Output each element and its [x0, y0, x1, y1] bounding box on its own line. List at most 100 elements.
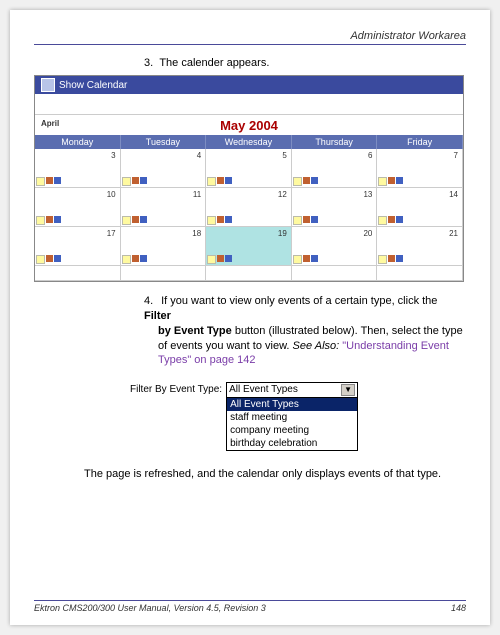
calendar-cell[interactable]: 17: [35, 227, 121, 266]
event-icon: [46, 177, 53, 184]
calendar-grid: 3 4 5 6 7 10 11 12 13 14 17 18 19 20 21: [35, 149, 463, 281]
event-icon: [225, 177, 232, 184]
calendar-cell-cut: [206, 266, 292, 281]
weekday-mon: Monday: [35, 135, 121, 149]
event-icon: [311, 216, 318, 223]
step-4-link-part1[interactable]: "Understanding Event: [339, 340, 449, 352]
step-4-line2a: by Event Type: [158, 325, 232, 337]
manual-page: Administrator Workarea 3. The calender a…: [10, 10, 490, 625]
calendar-cell[interactable]: 7: [377, 149, 463, 188]
filter-option[interactable]: staff meeting: [227, 411, 357, 424]
calendar-cell-cut: [121, 266, 207, 281]
calendar-cell[interactable]: 18: [121, 227, 207, 266]
event-icon: [378, 216, 387, 225]
footer-divider: [34, 600, 466, 601]
event-icon: [217, 216, 224, 223]
calendar-cell[interactable]: 5: [206, 149, 292, 188]
header-divider: [34, 44, 466, 45]
weekday-thu: Thursday: [292, 135, 378, 149]
event-icon: [396, 216, 403, 223]
step-3: 3. The calender appears.: [144, 57, 466, 69]
step-4-num: 4.: [144, 294, 158, 309]
calendar-cell[interactable]: 10: [35, 188, 121, 227]
event-icon: [54, 255, 61, 262]
event-icon: [388, 255, 395, 262]
calendar-cell[interactable]: 4: [121, 149, 207, 188]
step-4-filter-bold: Filter: [144, 310, 171, 322]
calendar-cell[interactable]: 20: [292, 227, 378, 266]
calendar-cell[interactable]: 12: [206, 188, 292, 227]
event-icon: [122, 177, 131, 186]
step-4-seealso: See Also:: [293, 340, 340, 352]
event-icon: [311, 255, 318, 262]
after-paragraph: The page is refreshed, and the calendar …: [84, 467, 454, 482]
event-icon: [293, 216, 302, 225]
calendar-cell[interactable]: 13: [292, 188, 378, 227]
event-icon: [303, 255, 310, 262]
event-icon: [303, 216, 310, 223]
event-icon: [207, 177, 216, 186]
event-icon: [293, 255, 302, 264]
filter-label: Filter By Event Type:: [130, 382, 222, 395]
step-4-line2b: button (illustrated below). Then, select…: [232, 325, 463, 337]
calendar-cell[interactable]: 6: [292, 149, 378, 188]
filter-option[interactable]: birthday celebration: [227, 437, 357, 450]
calendar-cell-cut: [35, 266, 121, 281]
event-icon: [217, 177, 224, 184]
calendar-cell[interactable]: 3: [35, 149, 121, 188]
calendar-cell[interactable]: 11: [121, 188, 207, 227]
event-icon: [378, 255, 387, 264]
event-icon: [132, 216, 139, 223]
weekday-fri: Friday: [377, 135, 463, 149]
event-icon: [140, 177, 147, 184]
filter-option[interactable]: All Event Types: [227, 398, 357, 411]
calendar-cell-cut: [292, 266, 378, 281]
event-icon: [217, 255, 224, 262]
event-icon: [46, 255, 53, 262]
event-icon: [36, 177, 45, 186]
event-icon: [132, 177, 139, 184]
filter-option[interactable]: company meeting: [227, 424, 357, 437]
event-icon: [122, 216, 131, 225]
event-icon: [378, 177, 387, 186]
event-icon: [140, 216, 147, 223]
section-header: Administrator Workarea: [34, 30, 466, 42]
event-icon: [54, 177, 61, 184]
event-icon: [293, 177, 302, 186]
filter-select[interactable]: All Event Types ▼: [226, 382, 358, 398]
footer-left: Ektron CMS200/300 User Manual, Version 4…: [34, 603, 266, 613]
event-icon: [311, 177, 318, 184]
event-icon: [388, 177, 395, 184]
event-icon: [122, 255, 131, 264]
footer-page-number: 148: [451, 603, 466, 613]
calendar-cell[interactable]: 14: [377, 188, 463, 227]
event-icon: [140, 255, 147, 262]
calendar-cell-today[interactable]: 19: [206, 227, 292, 266]
step-3-num: 3.: [144, 57, 153, 69]
weekday-tue: Tuesday: [121, 135, 207, 149]
calendar-titlebar-text: Show Calendar: [59, 80, 127, 91]
calendar-month-row: April May 2004: [35, 115, 463, 135]
event-icon: [303, 177, 310, 184]
filter-screenshot: Filter By Event Type: All Event Types ▼ …: [130, 382, 370, 451]
calendar-cell-cut: [377, 266, 463, 281]
event-icon: [388, 216, 395, 223]
calendar-weekday-row: Monday Tuesday Wednesday Thursday Friday: [35, 135, 463, 149]
filter-selected-text: All Event Types: [229, 384, 298, 396]
dropdown-arrow-icon[interactable]: ▼: [341, 384, 355, 396]
calendar-cell[interactable]: 21: [377, 227, 463, 266]
step-4-block: 4. If you want to view only events of a …: [144, 294, 466, 368]
page-footer: Ektron CMS200/300 User Manual, Version 4…: [34, 600, 466, 613]
event-icon: [36, 255, 45, 264]
event-icon: [54, 216, 61, 223]
weekday-wed: Wednesday: [206, 135, 292, 149]
event-icon: [207, 216, 216, 225]
step-4-line1a: If you want to view only events of a cer…: [161, 295, 437, 307]
calendar-toolbar-spacer: [35, 94, 463, 115]
calendar-prev-month[interactable]: April: [41, 119, 59, 128]
filter-dropdown-list: All Event Types staff meeting company me…: [226, 398, 358, 451]
event-icon: [225, 255, 232, 262]
step-4-link-part2[interactable]: Types" on page 142: [158, 354, 255, 366]
event-icon: [396, 255, 403, 262]
event-icon: [46, 216, 53, 223]
